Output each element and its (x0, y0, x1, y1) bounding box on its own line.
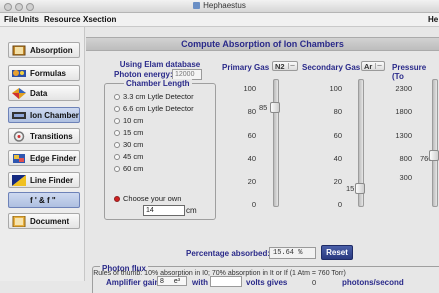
book-icon (12, 45, 26, 56)
nav-edge-finder[interactable]: Edge Finder (8, 150, 80, 166)
nav-formulas[interactable]: Formulas (8, 65, 80, 81)
secondary-gas-slider-thumb[interactable] (355, 183, 365, 195)
primary-tick: 0 (251, 200, 256, 209)
pressure-slider-track[interactable] (432, 79, 438, 207)
chamber-option-15cm[interactable]: 15 cm (114, 128, 143, 137)
menu-help[interactable]: He (428, 15, 438, 24)
primary-tick: 100 (243, 84, 256, 93)
database-label: Using Elam database (119, 60, 201, 69)
primary-gas-label: Primary Gas (222, 63, 270, 72)
secondary-tick: 40 (333, 154, 342, 163)
menu-xsection[interactable]: Xsection (83, 15, 116, 24)
pressure-tick: 800 (399, 154, 412, 163)
radio-icon (114, 141, 120, 148)
percentage-absorbed-label: Percentage absorbed: (186, 249, 271, 258)
chamber-option-6-6cm[interactable]: 6.6 cm Lytle Detector (114, 104, 194, 113)
primary-gas-slider-value: 85 (259, 102, 268, 112)
data-icon (12, 87, 26, 99)
with-label: with (192, 278, 208, 287)
nav-transitions[interactable]: Transitions (8, 128, 80, 144)
volts-label: volts gives (246, 278, 288, 287)
secondary-gas-select[interactable]: Ar ─ (361, 61, 385, 71)
transitions-icon (12, 130, 26, 142)
radio-icon (114, 93, 120, 100)
primary-gas-slider-track[interactable] (273, 79, 279, 207)
nav-line-finder[interactable]: Line Finder (8, 172, 80, 188)
photons-per-second-label: photons/second (342, 278, 404, 287)
photon-energy-label: Photon energy: (114, 70, 173, 79)
primary-gas-select[interactable]: N2 ─ (272, 61, 298, 71)
reset-button[interactable]: Reset (321, 245, 353, 260)
rules-of-thumb: Rules of thumb: 10% absorption in I0; 70… (93, 270, 346, 277)
formula-icon (12, 68, 26, 79)
document-icon (12, 215, 26, 227)
radio-selected-icon (114, 195, 120, 202)
chamber-option-3-3cm[interactable]: 3.3 cm Lytle Detector (114, 92, 194, 101)
menu-bar: File Units Resource Xsection He (0, 13, 439, 27)
chamber-option-45cm[interactable]: 45 cm (114, 152, 143, 161)
volts-input[interactable] (210, 276, 242, 287)
secondary-tick: 20 (333, 177, 342, 186)
pressure-label: Pressure (To (392, 63, 427, 81)
photon-flux-value: 0 (312, 278, 317, 287)
pressure-tick: 2300 (395, 84, 412, 93)
chamber-option-30cm[interactable]: 30 cm (114, 140, 143, 149)
primary-tick: 20 (247, 177, 256, 186)
secondary-gas-label: Secondary Gas (302, 63, 361, 72)
chamber-option-custom[interactable]: Choose your own (114, 194, 181, 203)
nav-ion-chamber[interactable]: Ion Chamber (8, 107, 80, 123)
pressure-tick: 1300 (395, 131, 412, 140)
primary-tick: 40 (247, 154, 256, 163)
amplifier-gain-select[interactable]: 8 e³ (157, 276, 187, 286)
chamber-option-60cm[interactable]: 60 cm (114, 164, 143, 173)
chamber-option-10cm[interactable]: 10 cm (114, 116, 143, 125)
ion-chamber-icon (12, 110, 26, 121)
pressure-slider-thumb[interactable] (429, 150, 439, 161)
menu-resource[interactable]: Resource (44, 15, 80, 24)
dropdown-arrow-icon: ─ (375, 63, 383, 69)
nav-data[interactable]: Data (8, 85, 80, 101)
dropdown-arrow-icon: ─ (288, 63, 296, 69)
anomalous-scattering-icon (12, 195, 26, 206)
amplifier-gain-label: Amplifier gain (106, 278, 160, 287)
secondary-tick: 0 (337, 200, 342, 209)
primary-tick: 60 (247, 131, 256, 140)
radio-icon (114, 105, 120, 112)
nav-absorption[interactable]: Absorption (8, 42, 80, 58)
radio-icon (114, 129, 120, 136)
custom-length-input[interactable]: 14 (143, 205, 185, 216)
window-title-bar: Hephaestus (0, 0, 439, 13)
custom-length-unit: cm (186, 206, 197, 215)
menu-file[interactable]: File (4, 15, 18, 24)
main-panel: Compute Absorption of Ion Chambers Using… (86, 27, 439, 293)
app-icon (193, 2, 201, 9)
edge-finder-icon (12, 153, 26, 164)
radio-icon (114, 153, 120, 160)
percentage-absorbed-value: 15.64 % (269, 247, 316, 259)
window-title: Hephaestus (203, 1, 246, 10)
page-title: Compute Absorption of Ion Chambers (86, 37, 439, 51)
pressure-tick: 300 (399, 173, 412, 182)
radio-icon (114, 165, 120, 172)
secondary-tick: 60 (333, 131, 342, 140)
radio-icon (114, 117, 120, 124)
primary-gas-slider-thumb[interactable] (270, 101, 280, 113)
nav-anomalous-scattering[interactable]: f ' & f " (8, 192, 80, 208)
secondary-tick: 80 (333, 107, 342, 116)
nav-document[interactable]: Document (8, 213, 80, 229)
secondary-gas-slider-value: 15 (346, 184, 355, 194)
primary-tick: 80 (247, 107, 256, 116)
pressure-tick: 1800 (395, 107, 412, 116)
menu-units[interactable]: Units (19, 15, 39, 24)
chamber-length-label: Chamber Length (124, 79, 192, 88)
sidebar: Absorption Formulas Data Ion Chamber Tra… (0, 27, 85, 281)
line-finder-icon (12, 174, 26, 186)
secondary-tick: 100 (329, 84, 342, 93)
